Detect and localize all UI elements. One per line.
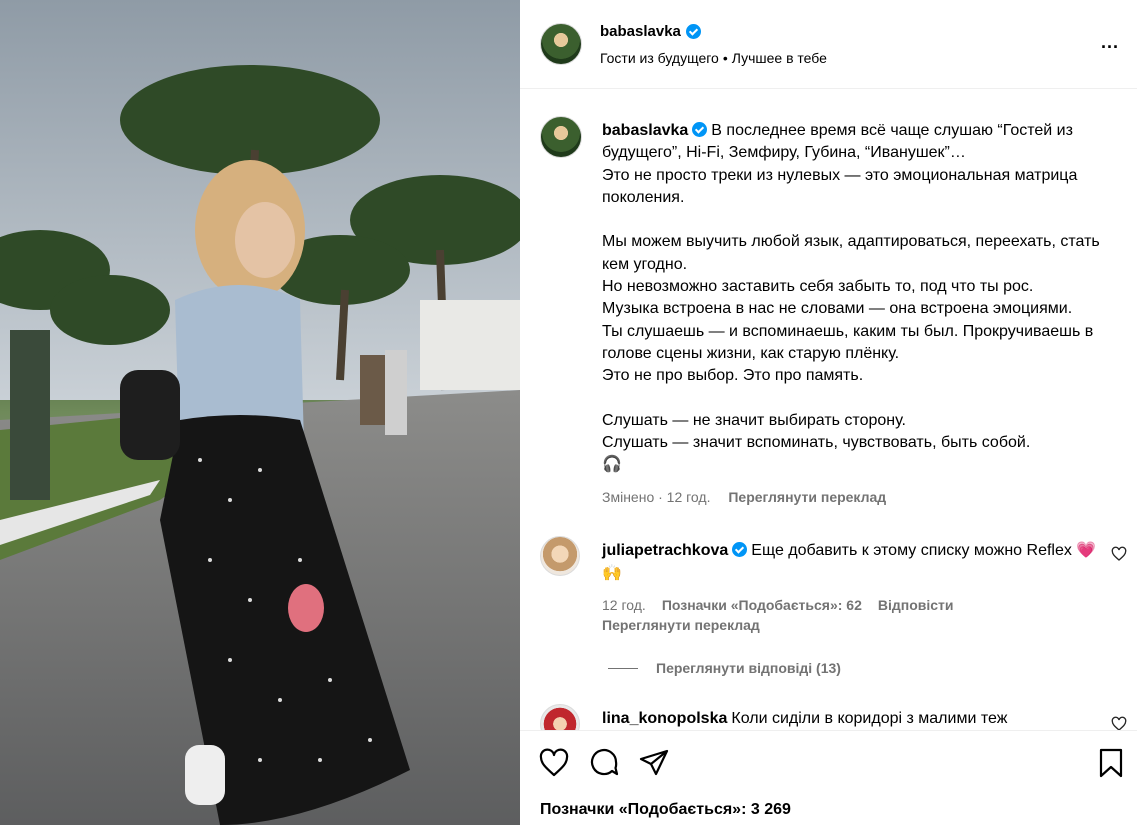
verified-badge-icon bbox=[732, 542, 748, 557]
caption-translate-link[interactable]: Переглянути переклад bbox=[728, 489, 886, 505]
comment-like-heart-icon[interactable] bbox=[1111, 716, 1127, 730]
post-photo bbox=[0, 0, 520, 825]
share-icon[interactable] bbox=[638, 747, 670, 779]
caption-edited: Змінено · 12 год. bbox=[602, 489, 711, 505]
comment-likes[interactable]: Позначки «Подобається»: 62 bbox=[662, 597, 862, 613]
comment-time: 12 год. bbox=[602, 597, 646, 613]
caption-username[interactable]: babaslavka bbox=[602, 122, 688, 139]
replies-divider bbox=[608, 667, 638, 669]
comment-like-heart-icon[interactable] bbox=[1111, 546, 1127, 562]
comments-list[interactable]: babaslavka В последнее время всё чаще слу… bbox=[520, 90, 1137, 730]
reply-button[interactable]: Відповісти bbox=[878, 597, 954, 613]
audio-title[interactable]: Гости из будущего bbox=[600, 50, 719, 66]
audio-info: Гости из будущего • Лучшее в тебе bbox=[600, 50, 827, 66]
verified-badge-icon bbox=[692, 122, 708, 137]
post-media[interactable] bbox=[0, 0, 520, 825]
comment-translate-link[interactable]: Переглянути переклад bbox=[602, 617, 760, 633]
comment-username[interactable]: lina_konopolska bbox=[602, 710, 727, 727]
heart-icon[interactable] bbox=[538, 747, 570, 779]
post-sidebar: babaslavka Гости из будущего • Лучшее в те… bbox=[520, 0, 1137, 825]
separator: • bbox=[722, 50, 728, 66]
more-icon[interactable]: ... bbox=[1101, 32, 1119, 53]
author-username[interactable]: babaslavka bbox=[600, 23, 681, 40]
bookmark-icon[interactable] bbox=[1095, 747, 1127, 779]
caption-avatar[interactable] bbox=[540, 116, 582, 158]
comment-text: Коли сиділи в коридорі з малими теж bbox=[731, 710, 1008, 727]
view-replies-label: Переглянути відповіді (13) bbox=[656, 660, 841, 676]
audio-subtitle[interactable]: Лучшее в тебе bbox=[732, 50, 827, 66]
comment-avatar[interactable] bbox=[540, 704, 580, 730]
author-avatar[interactable] bbox=[540, 23, 582, 65]
comment-username[interactable]: juliapetrachkova bbox=[602, 542, 728, 559]
verified-badge-icon bbox=[685, 24, 701, 39]
post-likes-count[interactable]: Позначки «Подобається»: 3 269 bbox=[540, 801, 791, 819]
post-header: babaslavka Гости из будущего • Лучшее в те… bbox=[520, 0, 1137, 89]
comment-avatar[interactable] bbox=[540, 536, 580, 576]
action-bar: Позначки «Подобається»: 3 269 bbox=[520, 730, 1137, 825]
view-replies-button[interactable]: Переглянути відповіді (13) bbox=[608, 660, 841, 676]
comment-icon[interactable] bbox=[588, 747, 620, 779]
caption-text: В последнее время всё чаще слушаю “Госте… bbox=[602, 122, 1100, 474]
